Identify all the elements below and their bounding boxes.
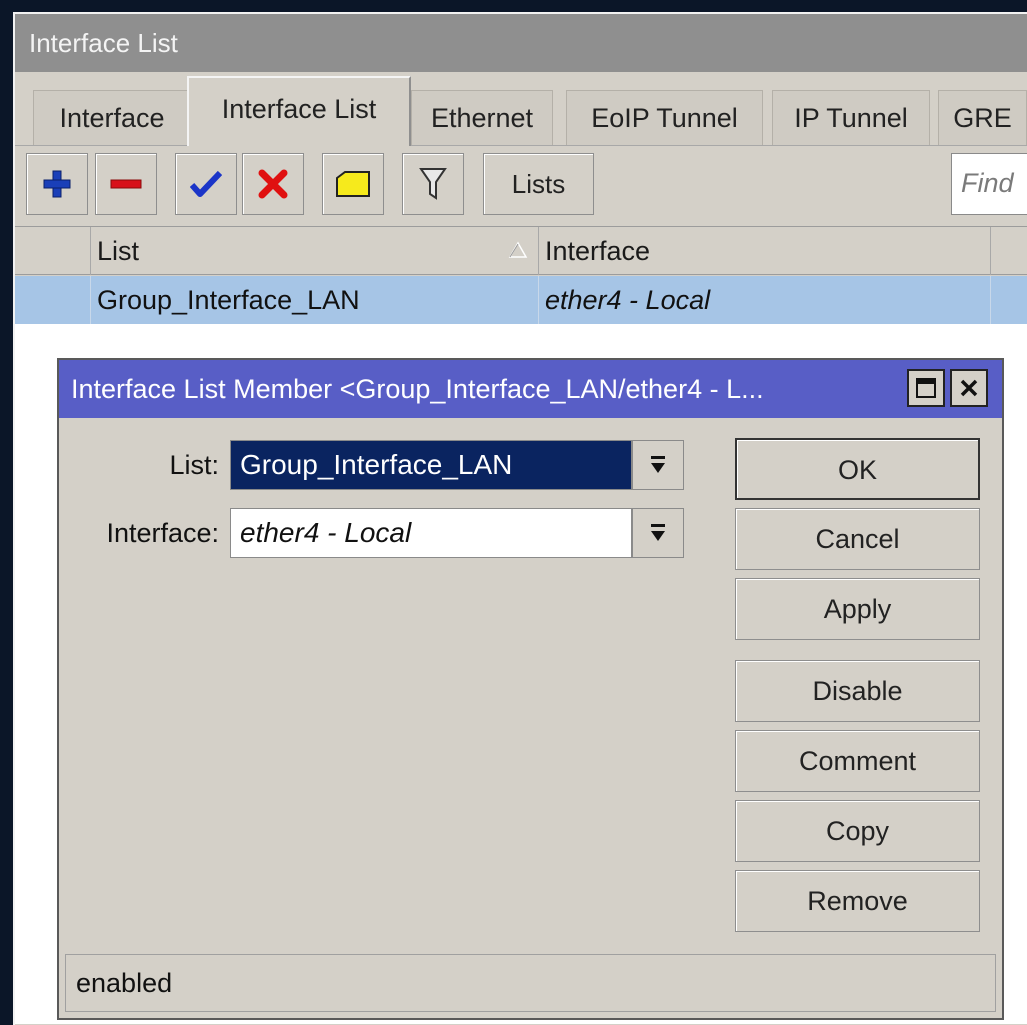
interface-select[interactable]: ether4 - Local: [230, 508, 632, 558]
dropdown-arrow-icon: [651, 456, 665, 473]
tab-interface-list[interactable]: Interface List: [187, 76, 411, 146]
ok-button[interactable]: OK: [735, 438, 980, 500]
dialog-title[interactable]: Interface List Member <Group_Interface_L…: [59, 360, 1002, 418]
column-header-list-label: List: [97, 236, 140, 266]
interface-label: Interface:: [106, 518, 219, 548]
table-header: List Interface: [15, 226, 1027, 275]
tab-bar: Interface Interface List Ethernet EoIP T…: [15, 72, 1027, 146]
comment-button[interactable]: Comment: [735, 730, 980, 792]
close-button[interactable]: [950, 369, 988, 407]
apply-button[interactable]: Apply: [735, 578, 980, 640]
cell-interface: ether4 - Local: [538, 276, 990, 324]
interface-list-member-dialog: Interface List Member <Group_Interface_L…: [57, 358, 1004, 1020]
filter-button[interactable]: [402, 153, 464, 215]
enable-button[interactable]: [175, 153, 237, 215]
column-header-extra[interactable]: [990, 227, 1027, 275]
column-header-list[interactable]: List: [90, 227, 538, 275]
filter-icon: [419, 168, 447, 200]
table-row[interactable]: Group_Interface_LAN ether4 - Local: [15, 276, 1027, 324]
copy-button[interactable]: Copy: [735, 800, 980, 862]
remove-button[interactable]: Remove: [735, 870, 980, 932]
tab-ip-tunnel[interactable]: IP Tunnel: [772, 90, 930, 145]
disable-button[interactable]: [242, 153, 304, 215]
tab-eoip-tunnel[interactable]: EoIP Tunnel: [566, 90, 763, 145]
minus-icon: [110, 179, 142, 189]
note-icon: [336, 171, 370, 197]
sort-ascending-icon: [508, 241, 528, 258]
tab-gre[interactable]: GRE: [938, 90, 1027, 145]
cell-list: Group_Interface_LAN: [90, 276, 538, 324]
lists-button[interactable]: Lists: [483, 153, 594, 215]
comment-button[interactable]: [322, 153, 384, 215]
column-header-interface[interactable]: Interface: [538, 227, 990, 275]
remove-button[interactable]: [95, 153, 157, 215]
find-input[interactable]: Find: [951, 153, 1027, 215]
tab-ethernet[interactable]: Ethernet: [411, 90, 553, 145]
cross-icon: [258, 169, 288, 199]
list-dropdown-button[interactable]: [632, 440, 684, 490]
close-icon: [960, 379, 978, 397]
disable-button[interactable]: Disable: [735, 660, 980, 722]
plus-icon: [43, 170, 71, 198]
maximize-icon: [916, 378, 936, 398]
dropdown-arrow-icon: [651, 524, 665, 541]
check-icon: [190, 170, 222, 197]
column-header-flags[interactable]: [15, 227, 90, 275]
maximize-button[interactable]: [907, 369, 945, 407]
status-bar: enabled: [65, 954, 996, 1012]
cell-extra: [990, 276, 1027, 324]
add-button[interactable]: [26, 153, 88, 215]
list-select[interactable]: Group_Interface_LAN: [230, 440, 632, 490]
cancel-button[interactable]: Cancel: [735, 508, 980, 570]
tab-interface[interactable]: Interface: [33, 90, 191, 145]
window-title: Interface List: [15, 14, 1027, 72]
list-label: List:: [169, 450, 219, 480]
interface-dropdown-button[interactable]: [632, 508, 684, 558]
